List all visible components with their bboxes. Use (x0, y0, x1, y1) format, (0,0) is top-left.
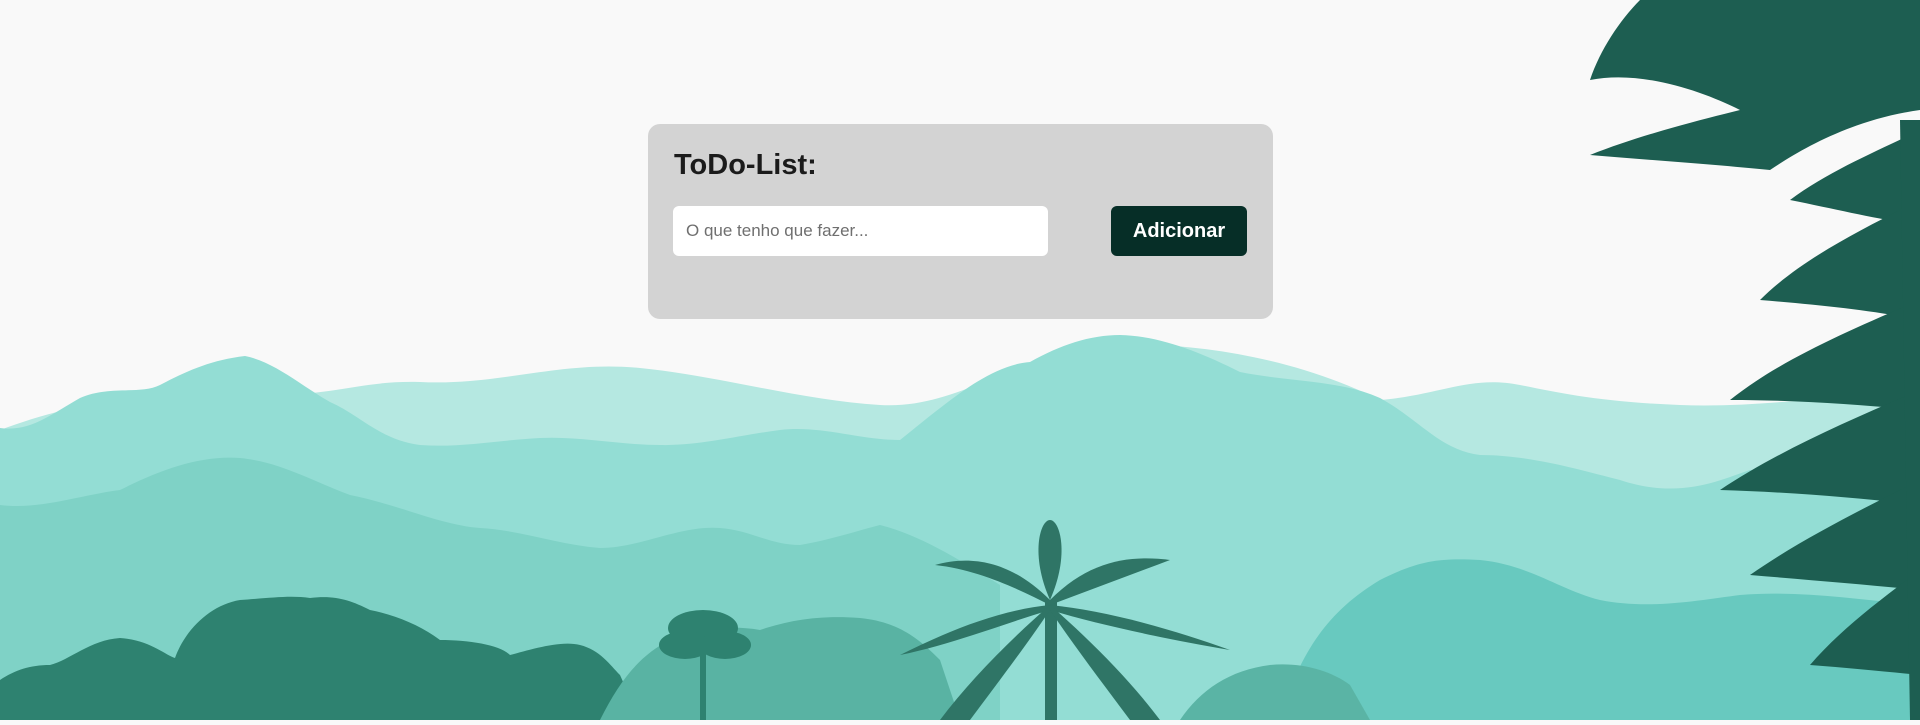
todo-input[interactable] (673, 206, 1048, 256)
jungle-illustration (0, 0, 1920, 720)
todo-card: ToDo-List: Adicionar (648, 124, 1273, 319)
add-button[interactable]: Adicionar (1111, 206, 1247, 256)
jungle-background (0, 0, 1920, 720)
todo-title: ToDo-List: (674, 149, 817, 181)
